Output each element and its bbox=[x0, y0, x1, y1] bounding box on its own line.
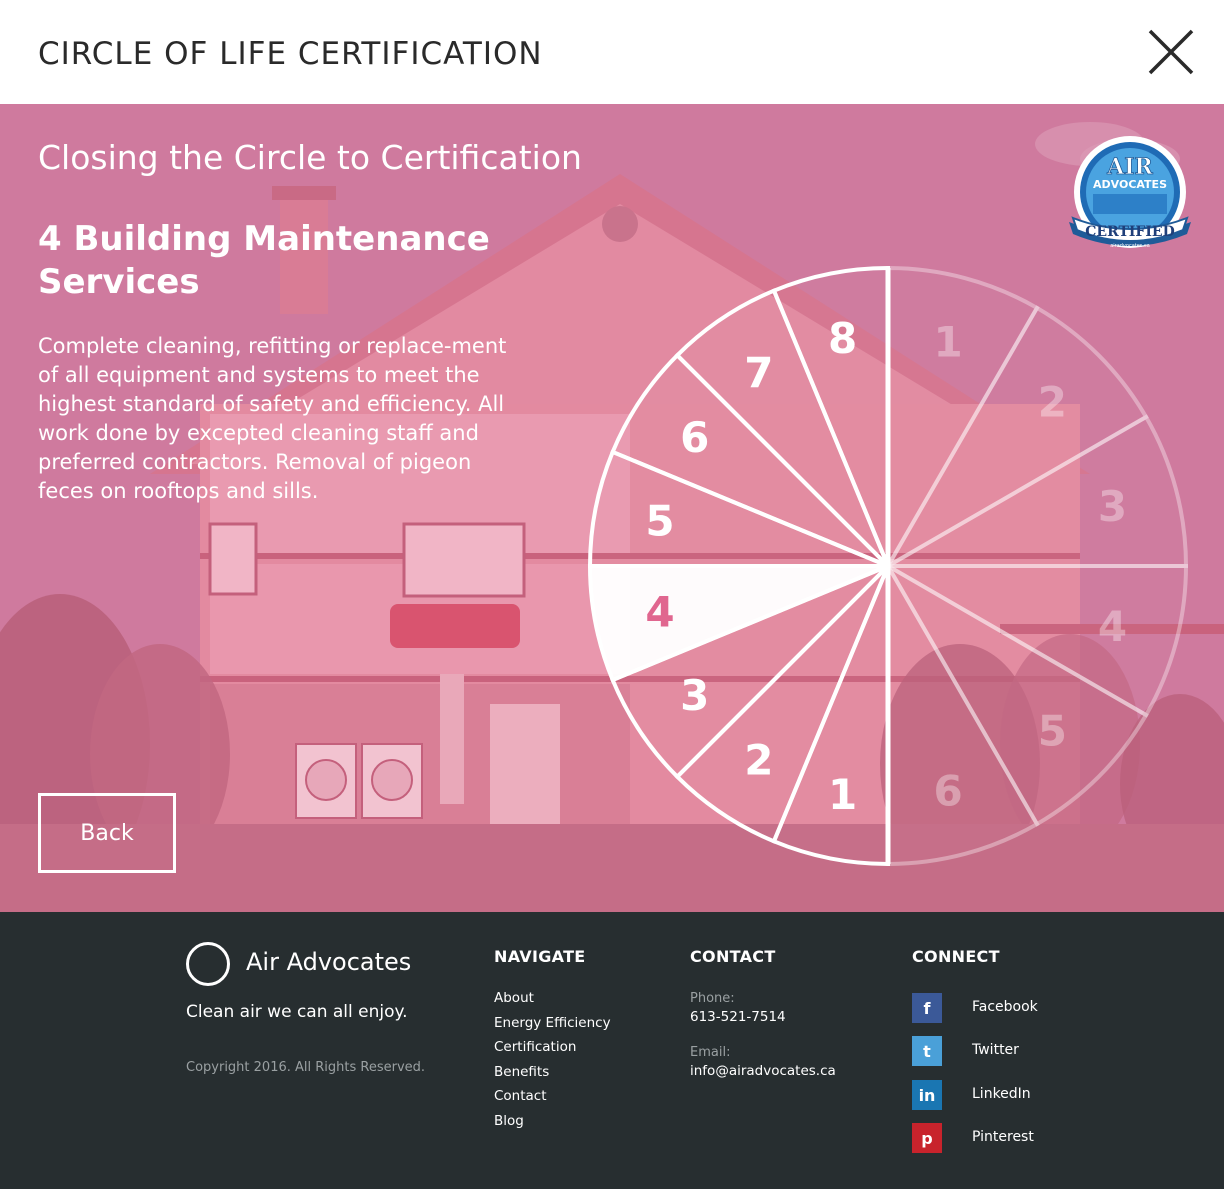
social-link-linkedin[interactable]: in LinkedIn bbox=[912, 1080, 1082, 1110]
brand-name[interactable]: Air Advocates bbox=[246, 948, 411, 976]
badge-url-text: airadvocates.ca bbox=[1110, 243, 1150, 249]
certification-wheel[interactable]: 123456 12345678 bbox=[580, 262, 1200, 872]
section-heading: Closing the Circle to Certification bbox=[38, 138, 582, 177]
contact-heading: CONTACT bbox=[690, 947, 776, 966]
footer-link-blog[interactable]: Blog bbox=[494, 1113, 611, 1138]
wheel-left-half: 1 234 567 8 bbox=[587, 265, 891, 867]
footer-link-benefits[interactable]: Benefits bbox=[494, 1064, 611, 1089]
back-button[interactable]: Back bbox=[38, 793, 176, 873]
footer-link-contact[interactable]: Contact bbox=[494, 1088, 611, 1113]
email-address[interactable]: info@airadvocates.ca bbox=[690, 1063, 836, 1079]
social-label-twitter: Twitter bbox=[972, 1042, 1019, 1058]
pinterest-icon: p bbox=[912, 1123, 942, 1153]
footer-link-about[interactable]: About bbox=[494, 990, 611, 1015]
badge-air-text: AIR bbox=[1106, 154, 1153, 180]
wheel-left-segment-4-label: 4 bbox=[645, 587, 674, 636]
brand-circle-logo[interactable] bbox=[186, 942, 230, 986]
phone-number[interactable]: 613-521-7514 bbox=[690, 1009, 786, 1025]
service-description: Complete cleaning, refitting or replace-… bbox=[38, 334, 507, 503]
badge-advocates-text: ADVOCATES bbox=[1093, 178, 1167, 191]
wheel-left-segment-8-label: 8 bbox=[828, 314, 857, 363]
wheel-left-segment-7-label: 7 bbox=[744, 349, 773, 398]
hero-section: Closing the Circle to Certification 4 Bu… bbox=[0, 104, 1224, 912]
social-link-facebook[interactable]: f Facebook bbox=[912, 993, 1082, 1023]
wheel-left-segment-2-label: 2 bbox=[744, 735, 773, 784]
wheel-left-segment-1-label: 1 bbox=[828, 770, 857, 819]
close-icon[interactable] bbox=[1146, 27, 1196, 77]
facebook-icon: f bbox=[912, 993, 942, 1023]
social-label-facebook: Facebook bbox=[972, 999, 1038, 1015]
social-link-pinterest[interactable]: p Pinterest bbox=[912, 1123, 1082, 1153]
wheel-left-segment-6-label: 6 bbox=[680, 413, 709, 462]
navigate-heading: NAVIGATE bbox=[494, 947, 586, 966]
twitter-icon: t bbox=[912, 1036, 942, 1066]
social-link-twitter[interactable]: t Twitter bbox=[912, 1036, 1082, 1066]
wheel-right-segment-4-label: 4 bbox=[1098, 602, 1127, 651]
email-label: Email: bbox=[690, 1045, 731, 1060]
footer-link-energy-efficiency[interactable]: Energy Efficiency bbox=[494, 1015, 611, 1040]
wheel-right-segment-3-label: 3 bbox=[1098, 482, 1127, 531]
page-header: CIRCLE OF LIFE CERTIFICATION bbox=[0, 0, 1224, 104]
wheel-left-segment-3-label: 3 bbox=[680, 671, 709, 720]
connect-heading: CONNECT bbox=[912, 947, 1000, 966]
linkedin-icon: in bbox=[912, 1080, 942, 1110]
wheel-right-segment-2-label: 2 bbox=[1038, 378, 1067, 427]
badge-certified-text: CERTIFIED bbox=[1085, 224, 1174, 240]
phone-label: Phone: bbox=[690, 991, 735, 1006]
copyright-text: Copyright 2016. All Rights Reserved. bbox=[186, 1060, 426, 1075]
certified-badge: AIR ADVOCATES CERTIFIED airadvocates.ca bbox=[1069, 136, 1191, 249]
page-title: CIRCLE OF LIFE CERTIFICATION bbox=[38, 36, 543, 72]
wheel-right-segment-6-label: 6 bbox=[934, 767, 963, 816]
footer-nav: About Energy Efficiency Certification Be… bbox=[494, 990, 611, 1137]
brand-tagline: Clean air we can all enjoy. bbox=[186, 1002, 408, 1022]
service-title: 4 Building Maintenance Services bbox=[38, 219, 490, 302]
wheel-right-half: 1 2 3 4 5 6 bbox=[880, 265, 1189, 867]
social-label-linkedin: LinkedIn bbox=[972, 1086, 1031, 1102]
site-footer: Air Advocates Clean air we can all enjoy… bbox=[0, 912, 1224, 1189]
footer-link-certification[interactable]: Certification bbox=[494, 1039, 611, 1064]
wheel-right-segment-5-label: 5 bbox=[1038, 706, 1067, 755]
social-label-pinterest: Pinterest bbox=[972, 1129, 1034, 1145]
wheel-left-segment-5-label: 5 bbox=[645, 497, 674, 546]
wheel-right-segment-1-label: 1 bbox=[934, 317, 963, 366]
